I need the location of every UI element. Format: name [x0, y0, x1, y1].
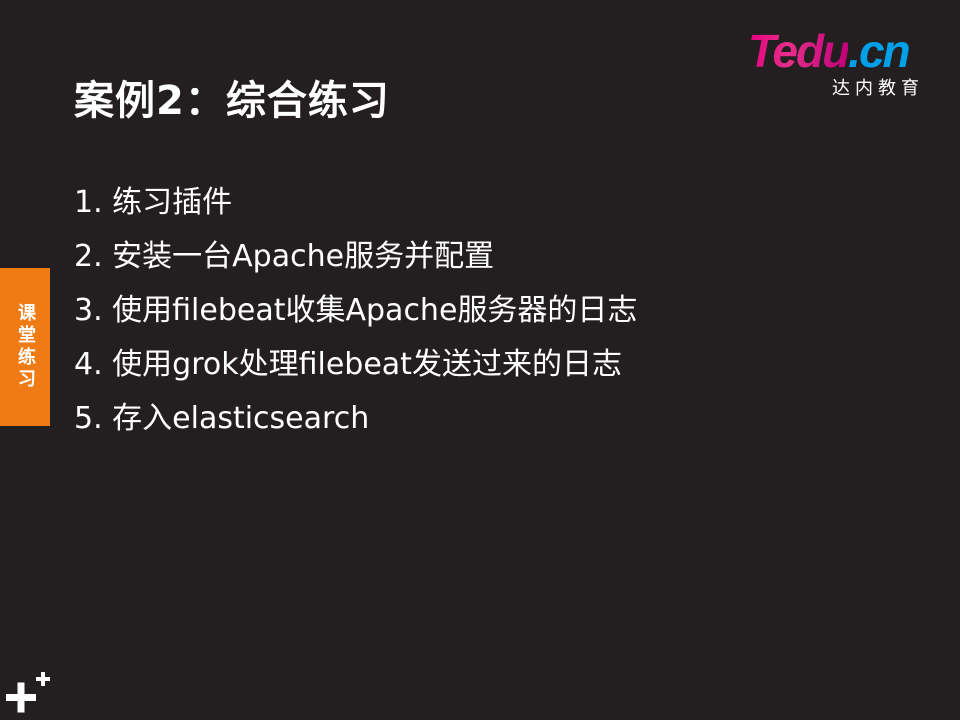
classroom-exercise-tab: 课堂练习 [0, 268, 50, 426]
list-item: 3. 使用filebeat收集Apache服务器的日志 [74, 293, 638, 328]
list-item: 2. 安装一台Apache服务并配置 [74, 239, 495, 274]
tedu-logo: Tedu.cn 达内教育 [748, 26, 928, 106]
list-item: 1. 练习插件 [74, 185, 233, 220]
list-item: 5. 存入elasticsearch [74, 401, 370, 436]
logo-subtitle: 达内教育 [832, 78, 924, 99]
slide-title: 案例2：综合练习 [74, 78, 390, 124]
logo-word-suffix: .cn [848, 25, 910, 77]
logo-word-main: Tedu [748, 25, 850, 77]
task-list: 1. 练习插件 2. 安装一台Apache服务并配置 3. 使用filebeat… [74, 176, 637, 446]
plus-icon [6, 672, 50, 713]
side-tab-label: 课堂练习 [15, 303, 36, 391]
list-item: 4. 使用grok处理filebeat发送过来的日志 [74, 347, 622, 382]
logo-wordmark: Tedu.cn [748, 25, 911, 77]
